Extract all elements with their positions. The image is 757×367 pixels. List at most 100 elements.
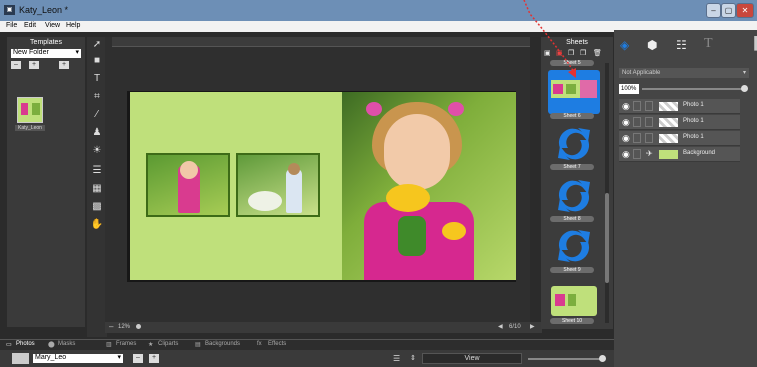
link-toggle[interactable] (645, 117, 653, 127)
trash-icon[interactable]: 🗑 (593, 49, 602, 57)
rectangle-tool-icon[interactable]: ■ (90, 55, 104, 67)
tab-effects[interactable]: Effects (268, 341, 286, 347)
crop-tool-icon[interactable]: ⌗ (90, 91, 104, 103)
sort-chevron-icon[interactable]: ⇕ (410, 354, 416, 362)
add-template-button[interactable]: + (59, 61, 69, 69)
photo-frame[interactable] (146, 153, 230, 217)
prev-page-icon[interactable]: ◀ (498, 323, 503, 330)
panel-menu-icon[interactable]: ▐ (750, 36, 757, 50)
layer-row[interactable]: ◉ Photo 1 (619, 131, 740, 146)
tab-cliparts-icon[interactable]: ★ (148, 341, 153, 348)
tab-effects-icon[interactable]: fx (257, 341, 262, 347)
layer-name: Photo 1 (683, 134, 704, 140)
tab-frames-icon[interactable]: ▥ (106, 341, 112, 348)
layer-thumbnail (659, 118, 678, 127)
minimize-button[interactable]: – (706, 3, 721, 18)
photo-frame[interactable] (236, 153, 320, 217)
layer-name: Photo 1 (683, 118, 704, 124)
folder-select[interactable]: New Folder ▾ (11, 49, 81, 58)
template-thumbnail[interactable] (17, 97, 43, 123)
zoom-out-icon[interactable]: – (109, 322, 113, 331)
menu-edit[interactable]: Edit (24, 22, 36, 29)
text-icon[interactable]: T (704, 36, 713, 52)
menu-help[interactable]: Help (66, 22, 80, 29)
link-toggle[interactable] (645, 101, 653, 111)
tab-masks[interactable]: Masks (58, 341, 75, 347)
tab-masks-icon[interactable]: ⬤ (48, 341, 55, 348)
add-folder-button[interactable]: + (29, 61, 39, 69)
close-button[interactable]: ✕ (736, 3, 754, 18)
tab-cliparts[interactable]: Cliparts (158, 341, 178, 347)
left-page[interactable] (130, 92, 342, 280)
opacity-slider[interactable] (642, 88, 745, 90)
chevron-down-icon: ▾ (75, 49, 79, 56)
tab-frames[interactable]: Frames (116, 341, 136, 347)
link-toggle[interactable] (645, 133, 653, 143)
layer-row[interactable]: ◉ Photo 1 (619, 99, 740, 114)
tab-backgrounds-icon[interactable]: ▤ (195, 341, 201, 348)
app-icon: ▣ (4, 5, 15, 15)
add-album-button[interactable]: + (149, 354, 159, 363)
grid-add-tool-icon[interactable]: ▩ (90, 201, 104, 213)
blend-select-value: Not Applicable (622, 70, 661, 76)
canvas-statusbar: – 12% ◀ 6/10 ▶ (105, 322, 542, 333)
sheet-label: Sheet 7 (550, 164, 594, 170)
templates-panel: Templates New Folder ▾ – + + Katy_Leon (7, 37, 85, 327)
lock-toggle[interactable] (633, 101, 641, 111)
tab-photos-icon[interactable]: ▭ (6, 341, 12, 348)
menu-view[interactable]: View (45, 22, 60, 29)
arrow-tool-icon[interactable]: ➚ (90, 39, 104, 51)
loading-arrows-icon (558, 230, 590, 262)
loading-arrows-icon (558, 180, 590, 212)
sheet-thumbnail[interactable] (551, 286, 597, 316)
blend-select[interactable]: Not Applicable ▾ (619, 68, 749, 78)
loading-arrows-icon (558, 128, 590, 160)
zoom-slider-handle[interactable] (136, 324, 141, 329)
remove-album-button[interactable]: – (133, 354, 143, 363)
hand-tool-icon[interactable]: ✋ (90, 219, 104, 231)
stamp-tool-icon[interactable]: ♟ (90, 127, 104, 139)
layer-row[interactable]: ◉ Photo 1 (619, 115, 740, 130)
thumbnail-size-handle[interactable] (599, 355, 606, 362)
layers-icon[interactable]: ◈ (620, 38, 629, 52)
pin-icon[interactable]: ✈ (646, 149, 653, 158)
photo-album-icon (12, 353, 29, 364)
right-page-photo[interactable] (342, 92, 516, 280)
lock-toggle[interactable] (633, 149, 641, 159)
eye-icon[interactable]: ◉ (622, 133, 630, 144)
lock-toggle[interactable] (633, 117, 641, 127)
cube-icon[interactable]: ⬢ (647, 38, 657, 52)
sheet-label: Sheet 10 (550, 318, 594, 324)
text-tool-icon[interactable]: T (90, 73, 104, 85)
light-tool-icon[interactable]: ☀ (90, 145, 104, 157)
library-tabs: ▭ Photos ⬤ Masks ▥ Frames ★ Cliparts ▤ B… (0, 339, 614, 350)
view-select[interactable]: View (422, 353, 522, 364)
lock-toggle[interactable] (633, 133, 641, 143)
maximize-button[interactable]: ▢ (721, 3, 736, 18)
tab-backgrounds[interactable]: Backgrounds (205, 341, 240, 347)
eye-icon[interactable]: ◉ (622, 117, 630, 128)
page-counter: 6/10 (509, 324, 521, 330)
adjustments-icon[interactable]: ☷ (676, 38, 687, 52)
remove-folder-button[interactable]: – (11, 61, 21, 69)
ruler (112, 37, 530, 47)
opacity-field[interactable]: 100% (619, 84, 639, 94)
layer-row[interactable]: ◉ ✈ Background (619, 147, 740, 162)
list-tool-icon[interactable]: ☰ (90, 165, 104, 177)
thumbnail-size-slider[interactable] (528, 358, 602, 360)
opacity-slider-handle[interactable] (741, 85, 748, 92)
sheet-label: Sheet 6 (550, 113, 594, 119)
menu-file[interactable]: File (6, 22, 17, 29)
eye-icon[interactable]: ◉ (622, 101, 630, 112)
sheets-scrollbar[interactable] (605, 63, 609, 323)
eye-icon[interactable]: ◉ (622, 149, 630, 160)
pen-tool-icon[interactable]: ⁄ (90, 109, 104, 121)
title-bar: ▣ Katy_Leon * – ▢ ✕ (0, 0, 757, 21)
sort-icon[interactable]: ☰ (393, 354, 400, 363)
layer-thumbnail (659, 102, 678, 111)
tab-photos[interactable]: Photos (16, 341, 35, 347)
album-select-value: Mary_Leo (35, 354, 67, 361)
next-page-icon[interactable]: ▶ (530, 323, 535, 330)
grid-tool-icon[interactable]: ▦ (90, 183, 104, 195)
album-select[interactable]: Mary_Leo ▾ (33, 354, 123, 363)
